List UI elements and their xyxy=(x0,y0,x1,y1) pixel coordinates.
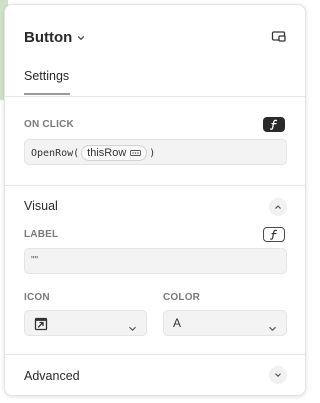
code-prefix: OpenRow( xyxy=(31,147,80,159)
chevron-up-icon[interactable] xyxy=(269,198,287,216)
screen-share-icon[interactable] xyxy=(271,30,287,44)
component-type-selector[interactable]: Button xyxy=(24,29,86,46)
panel-title: Button xyxy=(24,29,73,46)
panel-header: Button Settings xyxy=(5,5,305,97)
ellipsis-icon xyxy=(130,150,142,156)
section-divider xyxy=(5,354,305,355)
this-row-token[interactable]: thisRow xyxy=(81,145,148,161)
chevron-down-icon xyxy=(76,33,86,43)
token-label: thisRow xyxy=(87,147,127,159)
tab-settings[interactable]: Settings xyxy=(24,69,69,83)
formula-icon[interactable] xyxy=(263,227,285,242)
active-tab-indicator xyxy=(24,93,70,95)
onclick-label: ON CLICK xyxy=(24,119,74,130)
onclick-formula-field[interactable]: OpenRow( thisRow ) xyxy=(24,139,287,165)
icon-label: ICON xyxy=(24,292,50,303)
label-input[interactable]: "" xyxy=(24,248,287,274)
advanced-section-title[interactable]: Advanced xyxy=(24,369,80,383)
color-value: A xyxy=(173,316,182,330)
code-suffix: ) xyxy=(149,147,156,159)
chevron-down-icon[interactable] xyxy=(269,366,287,384)
properties-panel: Button Settings ON CLICK OpenRow( thisRo… xyxy=(4,4,306,396)
color-label: COLOR xyxy=(163,292,201,303)
chevron-down-icon xyxy=(268,320,277,338)
open-external-icon xyxy=(34,317,48,336)
visual-section-title: Visual xyxy=(24,199,58,213)
formula-icon[interactable] xyxy=(263,117,285,132)
section-divider xyxy=(5,185,305,186)
formula-code: OpenRow( thisRow ) xyxy=(31,140,155,166)
label-value: "" xyxy=(31,255,39,266)
icon-select[interactable] xyxy=(24,310,147,336)
color-select[interactable]: A xyxy=(163,310,287,336)
label-label: LABEL xyxy=(24,229,59,240)
chevron-down-icon xyxy=(128,320,137,338)
